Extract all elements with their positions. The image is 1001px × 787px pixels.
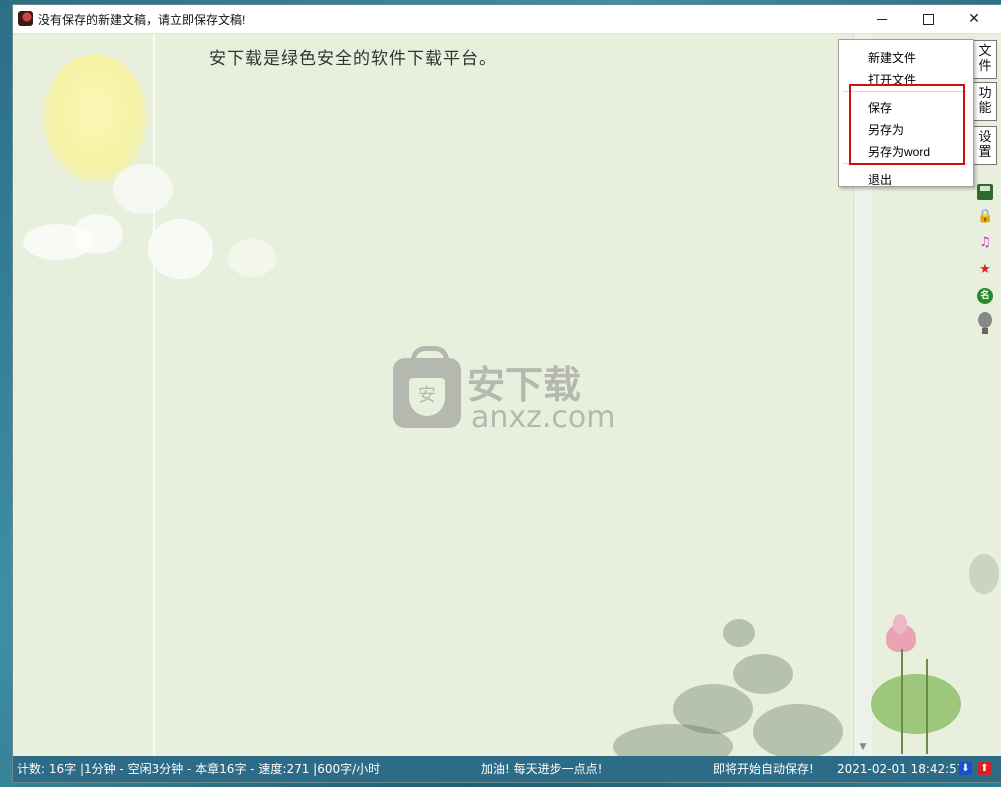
status-word-count: 计数: 16字 |1分钟 - 空闲3分钟 - 本章16字 - 速度:271 |6… — [17, 762, 381, 776]
ink-leaf-decoration — [753, 704, 843, 759]
tab-settings[interactable]: 设置 — [973, 126, 997, 165]
status-slogan: 加油! 每天进步一点点! — [481, 762, 603, 776]
window-title: 没有保存的新建文稿，请立即保存文稿! — [38, 13, 246, 27]
bag-icon: 安 — [393, 346, 461, 428]
close-icon: ✕ — [968, 11, 980, 27]
editor-area[interactable]: 安下载是绿色安全的软件下载平台。 安 安下载 anxz.com — [13, 34, 853, 769]
cloud-decoration — [228, 239, 276, 277]
ink-leaf-decoration — [723, 619, 755, 647]
title-bar: 没有保存的新建文稿，请立即保存文稿! ✕ — [13, 5, 1001, 34]
star-icon[interactable]: ★ — [977, 262, 993, 278]
ink-leaf-decoration — [733, 654, 793, 694]
cloud-decoration — [73, 214, 123, 254]
upload-arrow-icon[interactable]: ⬆ — [978, 762, 991, 775]
maximize-icon — [922, 13, 934, 25]
name-icon[interactable]: 名 — [977, 288, 993, 304]
highlight-box — [849, 84, 965, 165]
tab-file[interactable]: 文件 — [973, 40, 997, 79]
maximize-button[interactable] — [905, 5, 951, 33]
cloud-decoration — [113, 164, 173, 214]
watermark-english: anxz.com — [471, 400, 616, 435]
margin-line — [153, 34, 155, 756]
moon-decoration — [43, 54, 147, 182]
lock-icon[interactable]: 🔒 — [977, 209, 993, 225]
lightbulb-icon[interactable] — [977, 312, 993, 336]
status-bar: 计数: 16字 |1分钟 - 空闲3分钟 - 本章16字 - 速度:271 |6… — [13, 756, 1001, 782]
cloud-decoration — [148, 219, 213, 279]
menu-item-new-file[interactable]: 新建文件 — [868, 49, 916, 66]
status-autosave: 即将开始自动保存! — [713, 762, 814, 776]
tab-function[interactable]: 功能 — [973, 82, 997, 121]
lotus-decoration — [871, 604, 981, 754]
ink-leaf-decoration — [969, 554, 999, 594]
scroll-down-arrow-icon[interactable]: ▼ — [854, 740, 872, 754]
save-icon[interactable] — [977, 184, 993, 200]
minimize-button[interactable] — [859, 5, 905, 33]
app-icon — [18, 11, 33, 26]
minimize-icon — [877, 18, 887, 20]
menu-item-exit[interactable]: 退出 — [868, 171, 892, 188]
document-text[interactable]: 安下载是绿色安全的软件下载平台。 — [209, 44, 497, 69]
app-window: 没有保存的新建文稿，请立即保存文稿! ✕ 安下载是绿色安全的软件下载平台。 安 … — [13, 5, 1001, 782]
watermark-logo: 安 安下载 anxz.com — [393, 346, 623, 440]
status-datetime: 2021-02-01 18:42:57 — [837, 762, 965, 776]
shield-icon: 安 — [409, 378, 445, 416]
music-icon[interactable]: ♫ — [977, 235, 993, 251]
download-arrow-icon[interactable]: ⬇ — [959, 762, 972, 775]
close-button[interactable]: ✕ — [951, 5, 997, 33]
